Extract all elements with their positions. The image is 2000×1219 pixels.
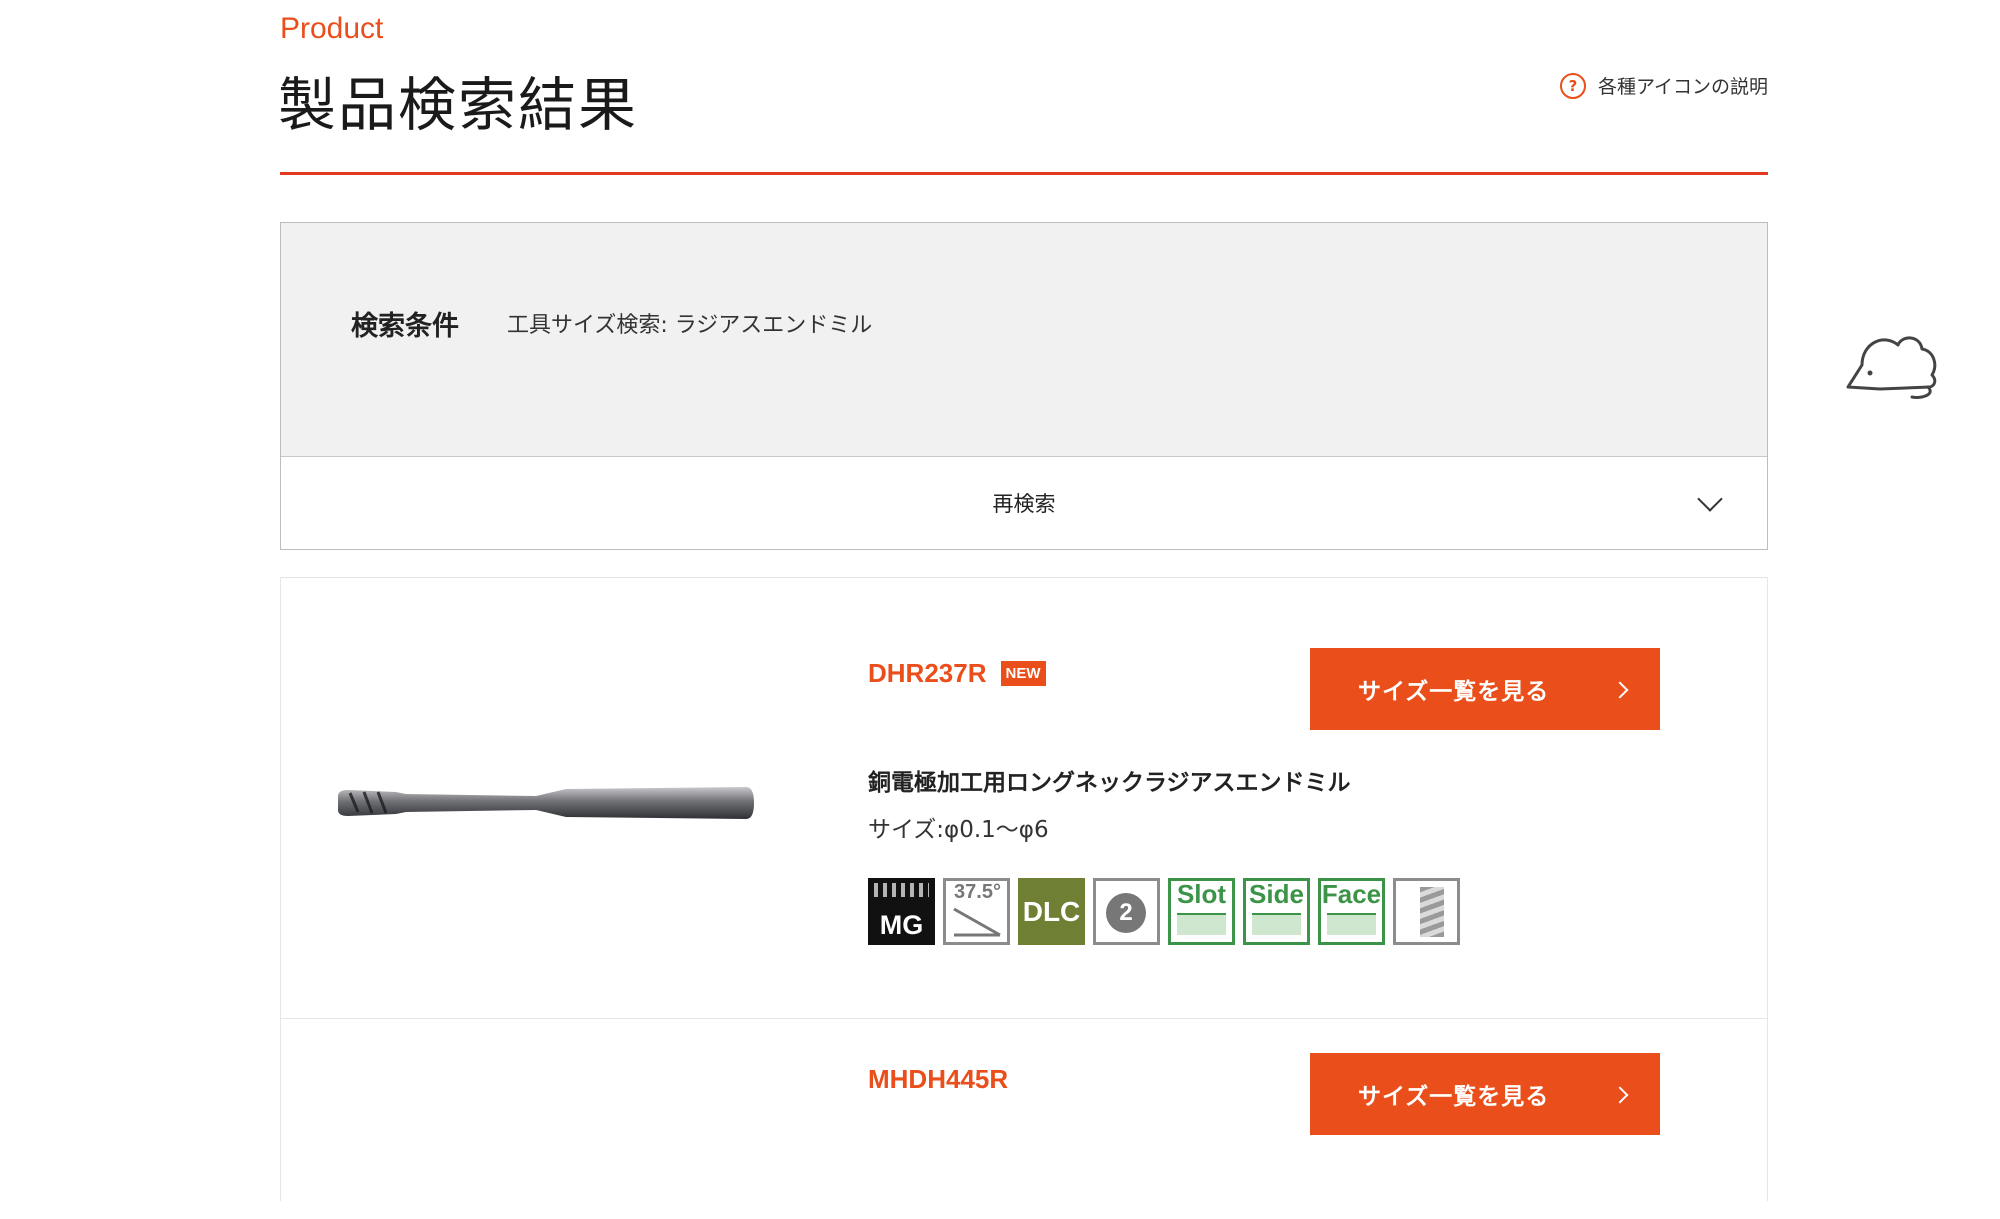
title-divider	[280, 172, 1768, 175]
research-toggle[interactable]: 再検索	[281, 458, 1767, 549]
feature-icon-row: MG 37.5° DLC 2 Slot Side Face	[868, 878, 1460, 945]
page-title: 製品検索結果	[278, 71, 639, 139]
product-card: MHDH445R サイズ一覧を見る	[281, 1019, 1767, 1219]
two-flute-icon: 2	[1093, 878, 1160, 945]
end-mill-image	[338, 787, 754, 819]
criteria-box: 検索条件 工具サイズ検索: ラジアスエンドミル	[281, 223, 1767, 457]
coolant-icon	[1393, 878, 1460, 945]
icon-help-link[interactable]: ? 各種アイコンの説明	[1559, 72, 1768, 99]
face-icon: Face	[1318, 878, 1385, 945]
research-label: 再検索	[992, 492, 1056, 516]
helix-angle-icon: 37.5°	[943, 878, 1010, 945]
question-icon: ?	[1559, 72, 1586, 99]
chevron-right-icon	[1611, 1086, 1629, 1104]
dlc-icon: DLC	[1018, 878, 1085, 945]
search-conditions-panel: 検索条件 工具サイズ検索: ラジアスエンドミル 再検索	[280, 222, 1768, 550]
product-card: DHR237R NEW サイズ一覧を見る 銅電極加工用ロングネックラジアスエンド…	[281, 578, 1767, 1019]
product-size-range: サイズ:φ0.1〜φ6	[868, 817, 1049, 843]
side-icon: Side	[1243, 878, 1310, 945]
chevron-right-icon	[1611, 681, 1629, 699]
size-list-button-label: サイズ一覧を見る	[1358, 679, 1550, 705]
size-list-button-label: サイズ一覧を見る	[1358, 1084, 1550, 1110]
size-list-button[interactable]: サイズ一覧を見る	[1310, 648, 1660, 730]
icon-help-label: 各種アイコンの説明	[1597, 76, 1768, 98]
product-results-list: DHR237R NEW サイズ一覧を見る 銅電極加工用ロングネックラジアスエンド…	[280, 577, 1768, 1201]
mg-icon: MG	[868, 878, 935, 945]
product-description: 銅電極加工用ロングネックラジアスエンドミル	[868, 770, 1351, 796]
mouse-mascot-icon	[1846, 336, 1937, 399]
criteria-label: 検索条件	[351, 311, 459, 342]
size-list-button[interactable]: サイズ一覧を見る	[1310, 1053, 1660, 1135]
new-badge: NEW	[1000, 661, 1046, 686]
product-code[interactable]: MHDH445R	[868, 1064, 1008, 1095]
criteria-value: 工具サイズ検索: ラジアスエンドミル	[507, 313, 873, 338]
slot-icon: Slot	[1168, 878, 1235, 945]
page-eyebrow: Product	[280, 12, 384, 45]
product-code[interactable]: DHR237R	[868, 658, 987, 689]
